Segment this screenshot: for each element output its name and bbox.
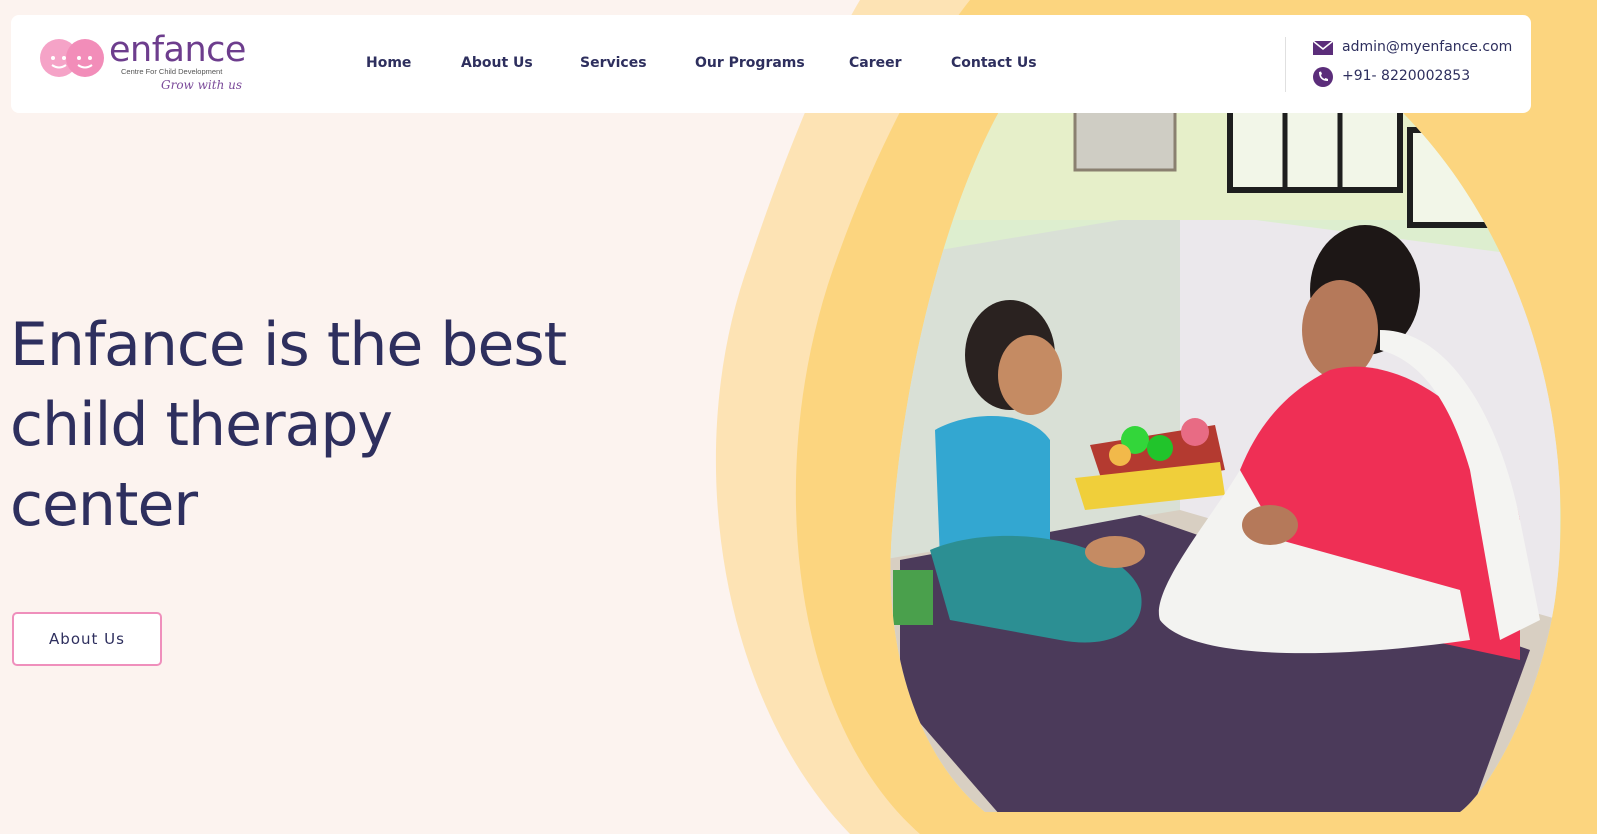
logo-faces-icon [40,39,104,77]
nav-services[interactable]: Services [580,55,647,71]
logo-wordmark: enfance [109,30,246,70]
nav-about-us[interactable]: About Us [461,55,533,71]
hero-title-line-3: center [10,470,198,540]
phone-icon [1312,66,1334,88]
logo-slogan: Grow with us [161,78,242,92]
hero-title-line-1: Enfance is the best [10,310,567,380]
nav-career[interactable]: Career [849,55,902,71]
about-us-button[interactable]: About Us [12,612,162,666]
contact-phone-text[interactable]: +91- 8220002853 [1342,68,1470,84]
logo-tagline: Centre For Child Development [121,67,223,76]
mail-icon [1312,37,1334,59]
header-divider [1285,37,1286,92]
hero-title-line-2: child therapy [10,390,393,460]
nav-contact-us[interactable]: Contact Us [951,55,1037,71]
nav-our-programs[interactable]: Our Programs [695,55,805,71]
site-header: enfance Centre For Child Development Gro… [11,15,1531,113]
nav-home[interactable]: Home [366,55,411,71]
brand-logo[interactable]: enfance Centre For Child Development Gro… [39,30,259,112]
contact-email-text[interactable]: admin@myenfance.com [1342,39,1512,55]
hero-title: Enfance is the best child therapy center [10,305,630,545]
